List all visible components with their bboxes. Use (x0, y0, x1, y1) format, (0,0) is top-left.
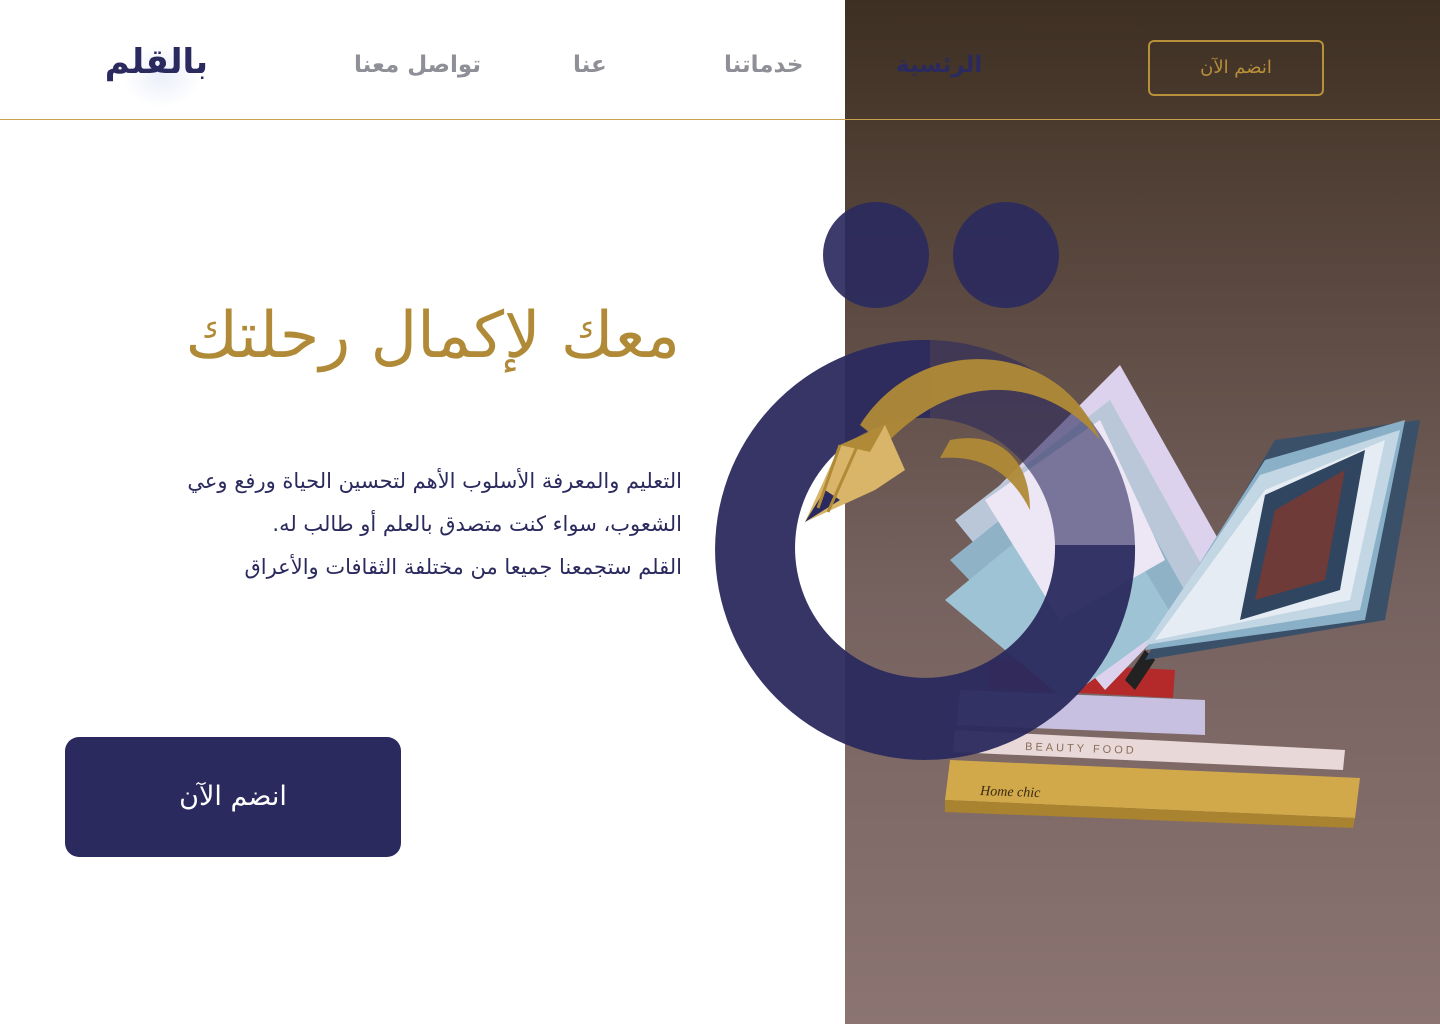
hero-join-button[interactable]: انضم الآن (65, 737, 401, 857)
dot-left-icon (823, 202, 929, 308)
nav-contact[interactable]: تواصل معنا (354, 52, 481, 78)
hero-description-line: الشعوب، سواء كنت متصدق بالعلم أو طالب له… (272, 512, 682, 536)
book-spine-homechic: Home chic (979, 784, 1042, 801)
header-divider (0, 119, 1440, 120)
hero-description: التعليم والمعرفة الأسلوب الأهم لتحسين ال… (120, 460, 682, 589)
hero-description-line: التعليم والمعرفة الأسلوب الأهم لتحسين ال… (187, 469, 682, 493)
hero-title: معك لإكمال رحلتك (185, 299, 680, 373)
dot-right-icon (953, 202, 1059, 308)
qalam-logo-mark (715, 202, 1136, 760)
hero-description-line: القلم ستجمعنا جميعا من مختلفة الثقافات و… (244, 555, 682, 579)
header-join-button[interactable]: انضم الآن (1148, 40, 1324, 96)
brand-logo[interactable]: بالقلم (105, 42, 208, 82)
nav-services[interactable]: خدماتنا (724, 52, 803, 78)
nav-home[interactable]: الرئسية (896, 52, 982, 78)
nav-about[interactable]: عنا (573, 52, 607, 78)
